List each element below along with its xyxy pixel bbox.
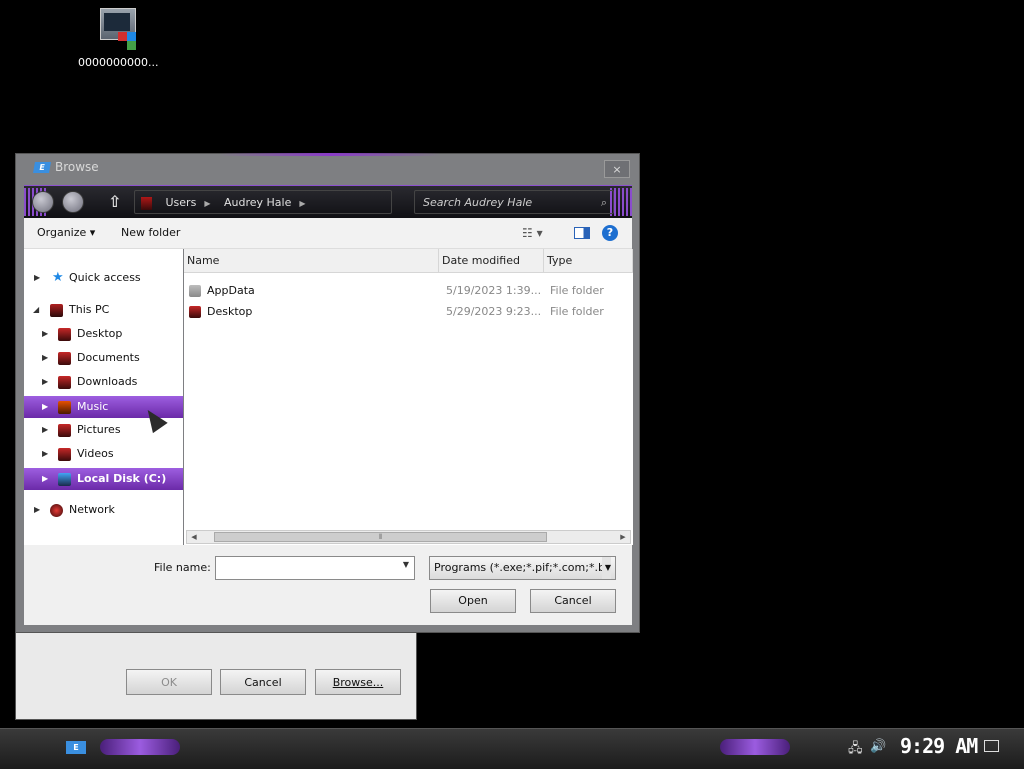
search-input[interactable]: Search Audrey Hale ⌕	[414, 190, 614, 214]
cancel-button[interactable]: Cancel	[530, 589, 616, 613]
organize-button[interactable]: Organize ▾	[37, 226, 95, 239]
file-list: ▲ Name Date modified Type AppData 5/19/2…	[184, 247, 633, 545]
chevron-down-icon[interactable]: ▼	[403, 560, 409, 569]
chevron-down-icon: ▼	[601, 557, 611, 579]
breadcrumb-users[interactable]: Users	[166, 196, 197, 209]
pictures-folder-icon	[58, 424, 71, 437]
preview-pane-icon[interactable]	[574, 227, 590, 239]
taskbar-decor-right	[720, 739, 790, 755]
navigation-pane: ▶ ★ Quick access ◢ This PC ▶ Desktop ▶ D…	[24, 249, 183, 545]
column-header-name[interactable]: Name	[184, 249, 439, 273]
network-icon	[50, 504, 63, 517]
breadcrumb-user[interactable]: Audrey Hale	[224, 196, 291, 209]
close-button[interactable]: ×	[604, 160, 630, 178]
network-tray-icon[interactable]: 🖧	[848, 739, 863, 761]
nav-this-pc[interactable]: ◢ This PC	[24, 299, 183, 321]
dialog-footer: File name: ▼ Programs (*.exe;*.pif;*.com…	[24, 545, 632, 625]
nav-documents[interactable]: ▶ Documents	[24, 347, 183, 369]
scroll-thumb[interactable]: ⦀	[214, 532, 547, 542]
computer-icon	[141, 196, 152, 210]
folder-icon	[189, 285, 201, 297]
documents-folder-icon	[58, 352, 71, 365]
computer-icon	[50, 304, 63, 317]
downloads-folder-icon	[58, 376, 71, 389]
taskbar: E 🖧 🔊 9:29 AM	[0, 728, 1024, 769]
window-title: E Browse	[33, 160, 99, 174]
desktop-folder-icon	[58, 328, 71, 341]
star-icon: ★	[52, 270, 64, 285]
back-button[interactable]	[32, 191, 54, 213]
nav-quick-access[interactable]: ▶ ★ Quick access	[24, 267, 183, 289]
window-glow-decor	[220, 153, 440, 156]
view-options-icon[interactable]: ☷ ▾	[522, 226, 543, 240]
taskbar-decor-left	[100, 739, 180, 755]
column-header-date[interactable]: Date modified	[439, 249, 544, 273]
file-name-input[interactable]: ▼	[215, 556, 415, 580]
desktop-folder-icon	[189, 306, 201, 318]
help-icon[interactable]: ?	[602, 225, 618, 241]
nav-videos[interactable]: ▶ Videos	[24, 443, 183, 465]
command-toolbar: Organize ▾ New folder ☷ ▾ ?	[24, 218, 632, 249]
open-button[interactable]: Open	[430, 589, 516, 613]
forward-button[interactable]	[62, 191, 84, 213]
horizontal-scrollbar[interactable]: ◀ ⦀ ▶	[186, 530, 631, 544]
desktop-shortcut-label: 0000000000...	[78, 56, 159, 69]
volume-icon[interactable]: 🔊	[870, 739, 886, 754]
file-row[interactable]: Desktop 5/29/2023 9:23... File folder	[184, 302, 633, 322]
drive-icon	[58, 473, 71, 486]
notification-icon[interactable]	[984, 740, 999, 752]
desktop-shortcut[interactable]: 0000000000...	[78, 6, 158, 69]
nav-local-disk[interactable]: ▶ Local Disk (C:)	[24, 468, 183, 490]
file-row[interactable]: AppData 5/19/2023 1:39... File folder	[184, 281, 633, 301]
browse-button[interactable]: Browse...	[315, 669, 401, 695]
nav-downloads[interactable]: ▶ Downloads	[24, 371, 183, 393]
music-folder-icon	[58, 401, 71, 414]
videos-folder-icon	[58, 448, 71, 461]
background-cancel-button[interactable]: Cancel	[220, 669, 306, 695]
nav-network[interactable]: ▶ Network	[24, 499, 183, 521]
new-folder-button[interactable]: New folder	[121, 226, 180, 239]
address-bar: ⇧ Users ▶ Audrey Hale ▶ Search Audrey Hale…	[24, 185, 632, 219]
search-icon: ⌕	[600, 196, 607, 209]
application-icon	[96, 6, 140, 50]
clock[interactable]: 9:29 AM	[900, 734, 978, 758]
scroll-right-icon[interactable]: ▶	[616, 531, 630, 543]
column-header-type[interactable]: Type	[544, 249, 633, 273]
scroll-left-icon[interactable]: ◀	[187, 531, 201, 543]
start-button[interactable]: E	[66, 741, 86, 754]
breadcrumb[interactable]: Users ▶ Audrey Hale ▶	[134, 190, 392, 214]
file-name-label: File name:	[154, 561, 211, 574]
file-type-select[interactable]: Programs (*.exe;*.pif;*.com;*.ba ▼	[429, 556, 616, 580]
chevron-right-icon: ▶	[204, 199, 211, 208]
up-button[interactable]: ⇧	[108, 192, 121, 211]
browse-dialog: E Browse × ⇧ Users ▶ Audrey Hale ▶ Search A…	[15, 153, 640, 633]
nav-desktop[interactable]: ▶ Desktop	[24, 323, 183, 345]
ok-button[interactable]: OK	[126, 669, 212, 695]
chevron-right-icon: ▶	[299, 199, 306, 208]
app-logo-icon: E	[33, 162, 51, 173]
